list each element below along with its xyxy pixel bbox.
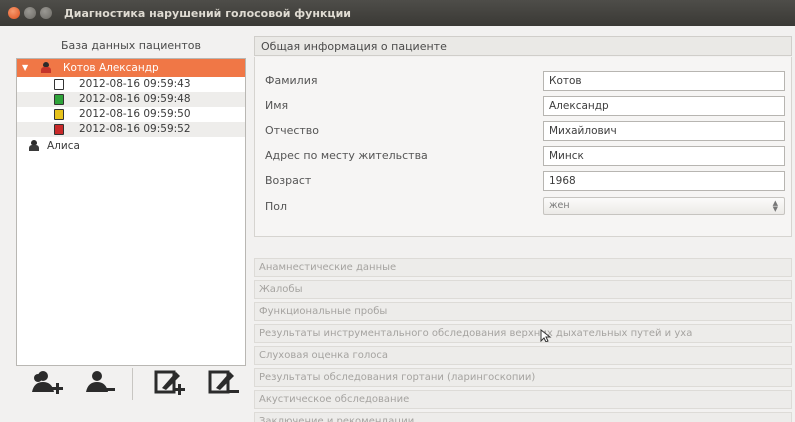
general-info-header[interactable]: Общая информация о пациенте <box>254 36 792 56</box>
patronymic-field[interactable]: Михайлович <box>543 121 785 141</box>
address-label: Адрес по месту жительства <box>265 149 428 162</box>
minimize-icon[interactable] <box>24 7 36 19</box>
person-icon <box>29 140 39 151</box>
record-date: 2012-08-16 09:59:48 <box>79 93 191 105</box>
section-complaints[interactable]: Жалобы <box>254 280 792 299</box>
tree-item-record[interactable]: 2012-08-16 09:59:52 <box>17 122 245 137</box>
section-acoustic-exam[interactable]: Акустическое обследование <box>254 390 792 409</box>
surname-field[interactable]: Котов <box>543 71 785 91</box>
name-label: Имя <box>265 99 289 112</box>
section-auditory-voice-assessment[interactable]: Слуховая оценка голоса <box>254 346 792 365</box>
edit-record-icon <box>54 94 64 105</box>
edit-record-icon <box>54 109 64 120</box>
section-conclusion[interactable]: Заключение и рекомендации <box>254 412 792 422</box>
close-icon[interactable] <box>8 7 20 19</box>
name-row: Имя Александр <box>255 96 793 118</box>
surname-row: Фамилия Котов <box>255 71 793 93</box>
spinner-arrows-icon: ▲ ▼ <box>772 199 778 213</box>
window-title: Диагностика нарушений голосовой функции <box>64 6 351 20</box>
edit-record-icon <box>54 79 64 90</box>
sex-row: Пол жен ▲ ▼ <box>255 197 793 219</box>
person-icon <box>41 62 51 73</box>
mouse-cursor-icon <box>540 329 552 342</box>
title-bar: Диагностика нарушений голосовой функции <box>0 0 795 26</box>
surname-label: Фамилия <box>265 74 318 87</box>
section-list: Анамнестические данные Жалобы Функционал… <box>254 258 792 422</box>
maximize-icon[interactable] <box>40 7 52 19</box>
main-window: База данных пациентов ▼ Котов Александр … <box>0 26 795 422</box>
sex-label: Пол <box>265 200 288 213</box>
tree-item-record[interactable]: 2012-08-16 09:59:43 <box>17 77 245 92</box>
patient-name: Алиса <box>47 140 80 152</box>
birth-year-label: Возраст <box>265 174 312 187</box>
patronymic-row: Отчество Михайлович <box>255 121 793 143</box>
patient-name: Котов Александр <box>63 62 159 74</box>
section-functional-tests[interactable]: Функциональные пробы <box>254 302 792 321</box>
address-row: Адрес по месту жительства Минск <box>255 146 793 168</box>
patient-tree[interactable]: ▼ Котов Александр 2012-08-16 09:59:43 20… <box>16 58 246 366</box>
expand-arrow-icon[interactable]: ▼ <box>22 59 28 77</box>
patient-toolbar <box>16 366 246 402</box>
remove-record-icon[interactable] <box>206 368 240 398</box>
patient-database-header: База данных пациентов <box>61 39 201 52</box>
general-info-form: Фамилия Котов Имя Александр Отчество Мих… <box>254 57 792 237</box>
edit-record-icon <box>54 124 64 135</box>
toolbar-divider <box>132 368 133 400</box>
add-record-icon[interactable] <box>152 368 186 398</box>
section-anamnesis[interactable]: Анамнестические данные <box>254 258 792 277</box>
patient-database-panel: База данных пациентов ▼ Котов Александр … <box>16 36 246 382</box>
add-patient-icon[interactable] <box>30 368 64 398</box>
section-instrumental-exam[interactable]: Результаты инструментального обследовани… <box>254 324 792 343</box>
name-field[interactable]: Александр <box>543 96 785 116</box>
section-instrumental-exam-label: Результаты инструментального обследовани… <box>259 328 693 339</box>
sex-select[interactable]: жен ▲ ▼ <box>543 197 785 215</box>
address-field[interactable]: Минск <box>543 146 785 166</box>
record-date: 2012-08-16 09:59:52 <box>79 123 191 135</box>
tree-item-patient[interactable]: ▼ Котов Александр <box>17 59 245 77</box>
tree-item-record[interactable]: 2012-08-16 09:59:48 <box>17 92 245 107</box>
sex-select-value: жен <box>549 200 570 211</box>
birth-year-row: Возраст 1968 <box>255 171 793 193</box>
section-laryngoscopy[interactable]: Результаты обследования гортани (ларинго… <box>254 368 792 387</box>
tree-item-patient[interactable]: Алиса <box>17 137 245 155</box>
tree-item-record[interactable]: 2012-08-16 09:59:50 <box>17 107 245 122</box>
patronymic-label: Отчество <box>265 124 320 137</box>
patient-info-panel: Общая информация о пациенте Фамилия Кото… <box>254 36 792 422</box>
record-date: 2012-08-16 09:59:43 <box>79 78 191 90</box>
birth-year-field[interactable]: 1968 <box>543 171 785 191</box>
record-date: 2012-08-16 09:59:50 <box>79 108 191 120</box>
remove-patient-icon[interactable] <box>82 368 116 398</box>
